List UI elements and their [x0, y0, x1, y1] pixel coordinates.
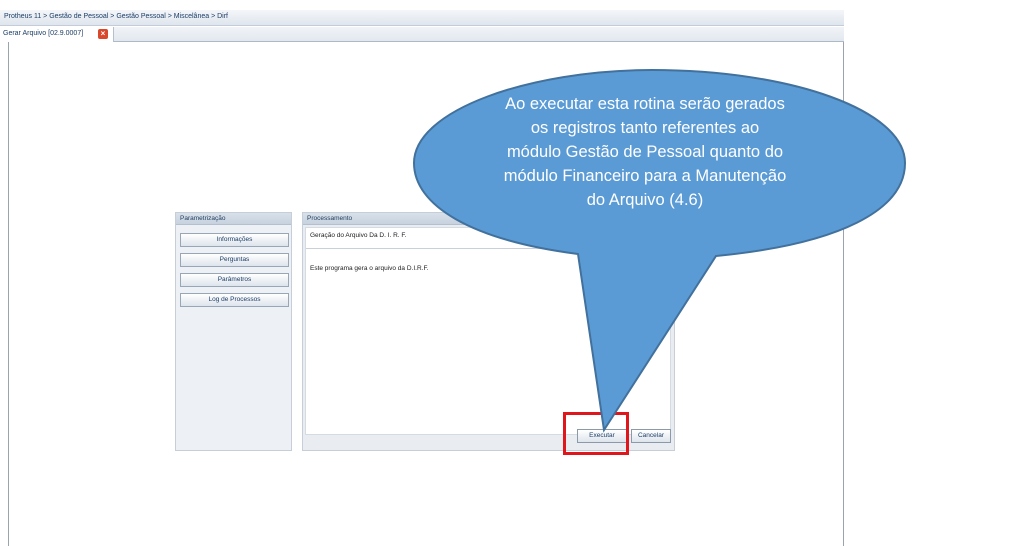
callout-line: módulo Financeiro para a Manutenção	[503, 167, 787, 185]
callout-text: Ao executar esta rotina serão gerados os…	[470, 92, 820, 212]
screen: Protheus 11 > Gestão de Pessoal > Gestão…	[0, 0, 1036, 546]
callout-line: Ao executar esta rotina serão gerados	[505, 95, 785, 113]
callout-line: do Arquivo (4.6)	[586, 191, 704, 209]
callout-bubble	[412, 68, 907, 433]
callout-line: os registros tanto referentes ao	[530, 119, 760, 137]
callout-line: módulo Gestão de Pessoal quanto do	[506, 143, 784, 161]
